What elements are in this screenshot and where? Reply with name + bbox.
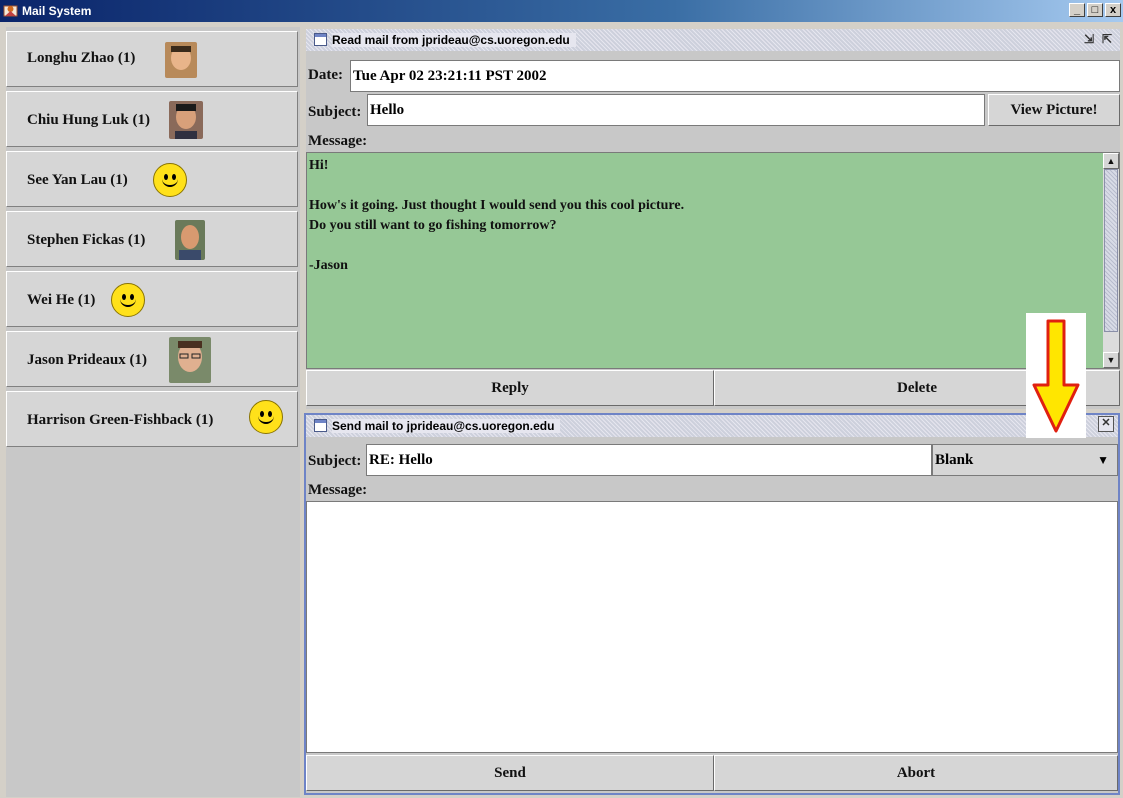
photo-icon (165, 42, 197, 78)
contact-label: See Yan Lau (1) (27, 172, 128, 188)
template-selected: Blank (935, 452, 974, 468)
document-icon (314, 33, 327, 46)
reply-subject-input[interactable]: RE: Hello (366, 444, 932, 476)
date-label: Date: (308, 67, 343, 83)
message-line (307, 176, 1119, 196)
photo-icon (175, 220, 205, 260)
subject-label: Subject: (308, 104, 362, 120)
subject-field[interactable]: Hello (367, 94, 985, 126)
scrollbar-thumb[interactable] (1104, 169, 1118, 332)
send-button[interactable]: Send (306, 755, 714, 791)
send-mail-title: Send mail to jprideau@cs.uoregon.edu (332, 419, 561, 433)
document-icon (314, 419, 327, 432)
compose-message-textarea[interactable] (306, 501, 1118, 753)
photo-icon (169, 101, 203, 139)
contacts-sidebar: Longhu Zhao (1) Chiu Hung Luk (1) See Ya… (6, 27, 300, 797)
contact-label: Chiu Hung Luk (1) (27, 112, 150, 128)
send-mail-frame: Send mail to jprideau@cs.uoregon.edu ✕ S… (304, 413, 1120, 795)
iconify-icon[interactable]: ⇲ (1084, 32, 1094, 46)
close-button[interactable]: x (1105, 3, 1121, 17)
view-picture-button[interactable]: View Picture! (988, 94, 1120, 126)
annotation-arrow-box (1026, 313, 1086, 438)
contact-label: Longhu Zhao (1) (27, 50, 136, 66)
dropdown-arrow-icon[interactable]: ▼ (1097, 445, 1109, 475)
contact-stephen-fickas[interactable]: Stephen Fickas (1) (6, 211, 298, 267)
mail-app-icon (3, 5, 18, 17)
contact-wei-he[interactable]: Wei He (1) (6, 271, 298, 327)
read-mail-title: Read mail from jprideau@cs.uoregon.edu (332, 33, 576, 47)
maximize-icon[interactable]: ⇱ (1102, 32, 1112, 46)
message-label: Message: (308, 133, 368, 149)
contact-longhu-zhao[interactable]: Longhu Zhao (1) (6, 31, 298, 87)
abort-button[interactable]: Abort (714, 755, 1118, 791)
send-mail-titlebar[interactable]: Send mail to jprideau@cs.uoregon.edu ✕ (306, 415, 1118, 437)
maximize-button[interactable]: □ (1087, 3, 1103, 17)
message-line: Do you still want to go fishing tomorrow… (309, 218, 557, 233)
arrow-down-icon (1032, 319, 1080, 433)
message-textarea[interactable]: Hi! How's it going. Just thought I would… (306, 152, 1120, 369)
scroll-down-arrow-icon[interactable]: ▼ (1103, 352, 1119, 368)
window-titlebar: Mail System _ □ x (0, 0, 1123, 22)
smiley-icon (153, 163, 187, 197)
smiley-icon (249, 400, 283, 434)
contact-label: Wei He (1) (27, 292, 96, 308)
message-scrollbar[interactable]: ▲ ▼ (1103, 153, 1119, 368)
reply-button[interactable]: Reply (306, 370, 714, 406)
read-mail-frame: Read mail from jprideau@cs.uoregon.edu ⇲… (306, 29, 1120, 409)
contact-label: Jason Prideaux (1) (27, 352, 147, 368)
contact-jason-prideaux[interactable]: Jason Prideaux (1) (6, 331, 298, 387)
message-line: Hi! (309, 158, 329, 173)
message-line (307, 236, 1119, 256)
date-field[interactable]: Tue Apr 02 23:21:11 PST 2002 (350, 60, 1120, 92)
template-select[interactable]: Blank ▼ (932, 444, 1118, 476)
contact-label: Harrison Green-Fishback (1) (27, 412, 214, 428)
contact-chiu-hung-luk[interactable]: Chiu Hung Luk (1) (6, 91, 298, 147)
subject-label: Subject: (308, 453, 362, 469)
contact-harrison-green-fishback[interactable]: Harrison Green-Fishback (1) (6, 391, 298, 447)
window-title: Mail System (22, 4, 92, 18)
message-line: How's it going. Just thought I would sen… (309, 198, 685, 213)
minimize-button[interactable]: _ (1069, 3, 1085, 17)
close-icon[interactable]: ✕ (1098, 416, 1114, 432)
message-label: Message: (308, 482, 368, 498)
contact-see-yan-lau[interactable]: See Yan Lau (1) (6, 151, 298, 207)
message-line: -Jason (309, 258, 348, 273)
scroll-up-arrow-icon[interactable]: ▲ (1103, 153, 1119, 169)
photo-icon (169, 337, 211, 383)
contact-label: Stephen Fickas (1) (27, 232, 146, 248)
read-mail-titlebar[interactable]: Read mail from jprideau@cs.uoregon.edu ⇲… (306, 29, 1120, 51)
smiley-icon (111, 283, 145, 317)
